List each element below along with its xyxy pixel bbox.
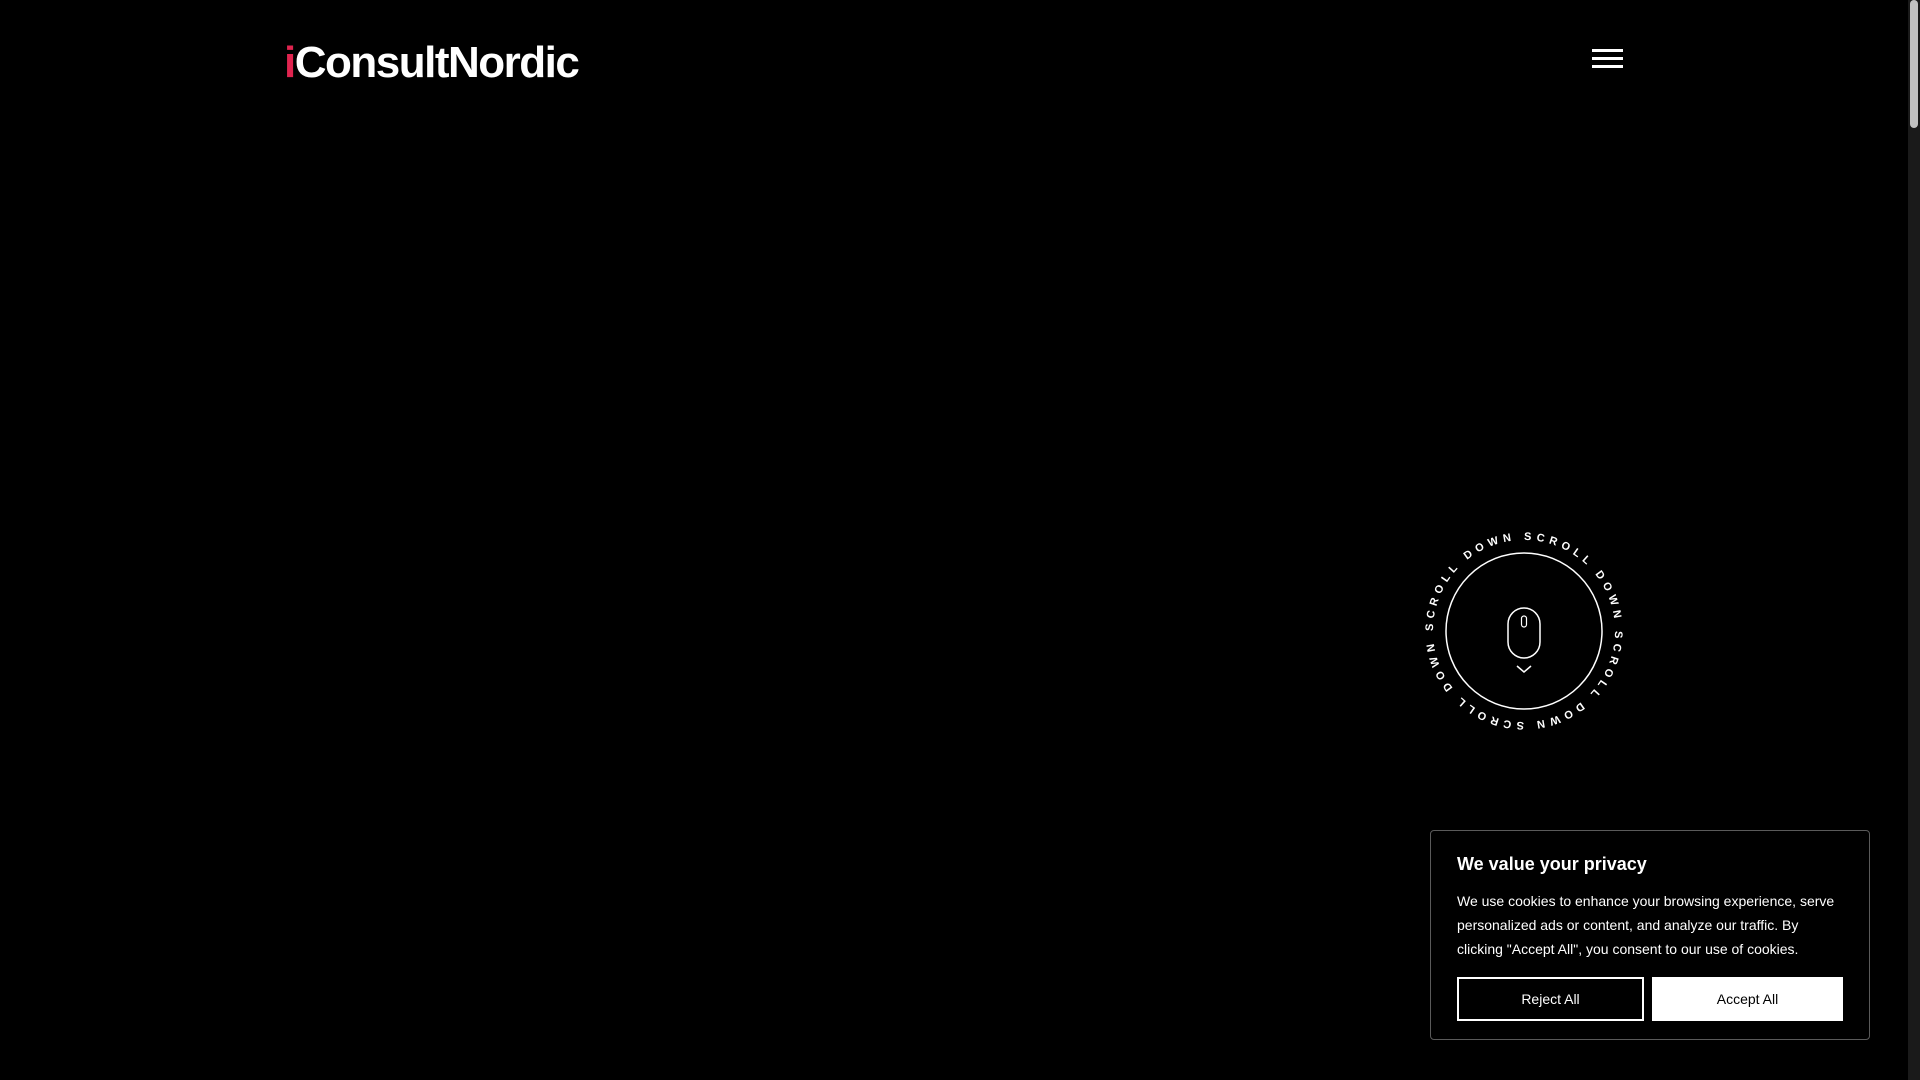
scrollbar-thumb[interactable] — [1910, 0, 1918, 128]
logo-wordmark: ConsultNordic — [294, 38, 580, 87]
scroll-down-indicator[interactable]: SCROLL DOWN SCROLL DOWN SCROLL DOWN SCRO… — [1424, 531, 1624, 731]
cookie-banner-text: We use cookies to enhance your browsing … — [1457, 893, 1835, 957]
hamburger-menu-icon — [1592, 49, 1623, 52]
scroll-down-ring-text: SCROLL DOWN SCROLL DOWN SCROLL DOWN SCRO… — [1424, 531, 1624, 731]
page: iConsultNordic SCROLL DOWN SCROLL DOWN S… — [0, 0, 1920, 1080]
cookie-banner-title: We value your privacy — [1457, 854, 1647, 874]
accept-all-button[interactable]: Accept All — [1652, 977, 1843, 1021]
page-scrollbar[interactable] — [1908, 0, 1920, 1080]
site-logo[interactable]: iConsultNordic — [284, 38, 580, 88]
scroll-inner-circle — [1445, 552, 1603, 710]
mouse-icon — [1507, 607, 1541, 659]
logo-i-letter: i — [284, 38, 296, 87]
scroll-down-graphic: SCROLL DOWN SCROLL DOWN SCROLL DOWN SCRO… — [1424, 531, 1624, 731]
menu-button[interactable] — [1592, 49, 1623, 71]
cookie-actions: Reject All Accept All — [1457, 977, 1843, 1021]
reject-all-button[interactable]: Reject All — [1457, 977, 1644, 1021]
cookie-consent-banner: We value your privacy We use cookies to … — [1430, 830, 1870, 1040]
chevron-down-icon — [1516, 665, 1532, 673]
